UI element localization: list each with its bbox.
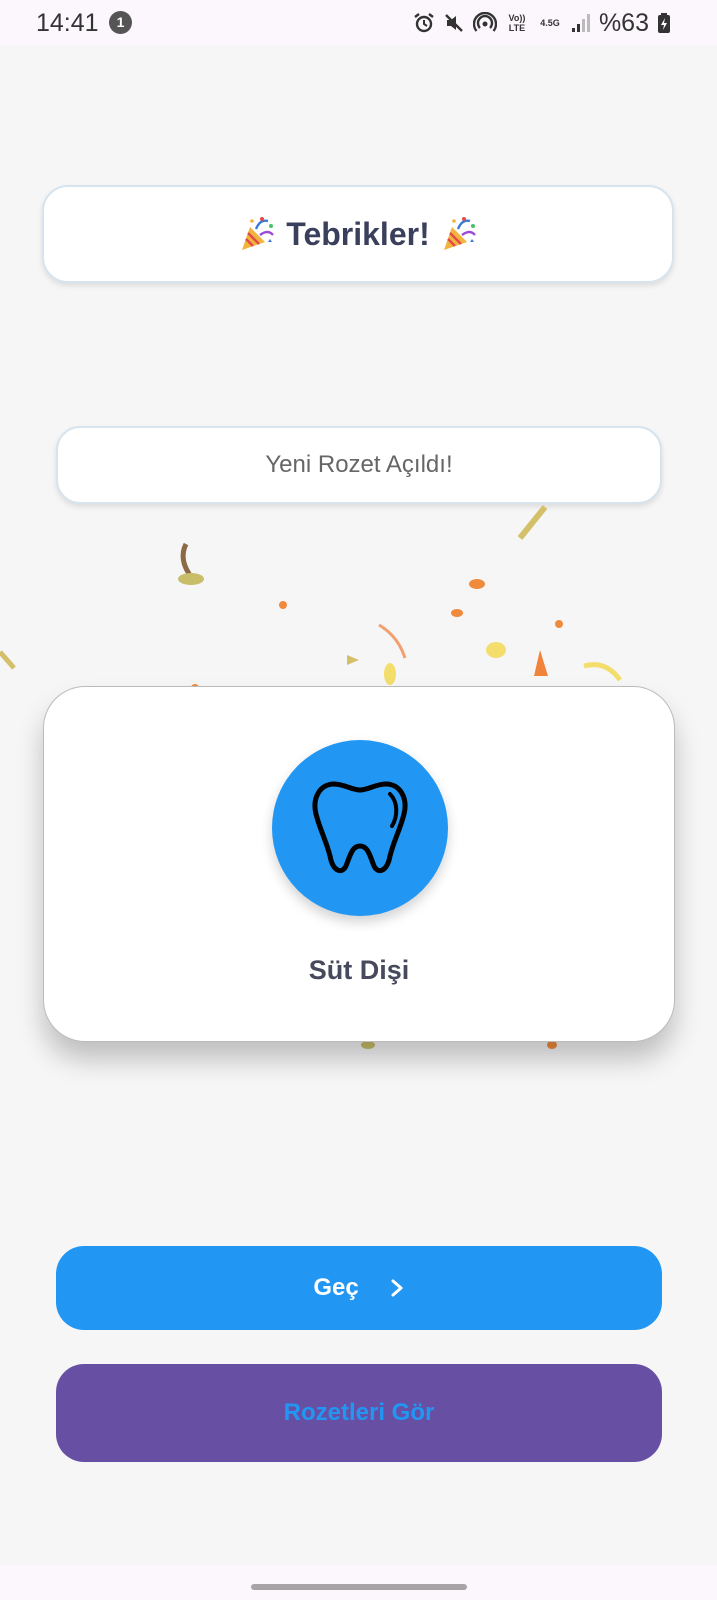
page-title: Tebrikler! [286, 215, 430, 252]
home-indicator[interactable] [251, 1584, 467, 1590]
badge-card: Süt Dişi [43, 686, 675, 1042]
badge-icon-circle [272, 740, 448, 916]
notification-count-badge: 1 [109, 11, 132, 34]
network-type-indicator: 4.5G [540, 18, 560, 28]
hotspot-icon [472, 12, 497, 32]
party-popper-icon [443, 217, 476, 250]
navigation-bar [0, 1566, 717, 1600]
subtitle-text: Yeni Rozet Açıldı! [265, 451, 453, 478]
congrats-header: Tebrikler! [42, 185, 674, 283]
status-bar: 14:41 1 Vo)) LTE 4.5G %63 [0, 0, 717, 46]
next-button[interactable]: Geç [56, 1246, 662, 1330]
view-badges-label: Rozetleri Gör [283, 1399, 435, 1426]
battery-icon [658, 13, 670, 33]
mute-icon [445, 14, 463, 32]
next-button-label: Geç [313, 1274, 359, 1301]
chevron-right-icon [391, 1279, 403, 1297]
subtitle-card: Yeni Rozet Açıldı! [56, 426, 662, 504]
volte-indicator: Vo)) LTE [508, 13, 526, 33]
party-popper-icon [242, 217, 275, 250]
status-icons: Vo)) LTE 4.5G %63 [413, 8, 671, 38]
badge-name: Süt Dişi [308, 955, 410, 985]
battery-percent: %63 [598, 8, 649, 37]
alarm-icon [414, 13, 434, 33]
signal-icon [571, 14, 590, 32]
view-badges-button[interactable]: Rozetleri Gör [56, 1364, 662, 1462]
tooth-icon [312, 781, 408, 874]
status-time: 14:41 [36, 9, 99, 37]
